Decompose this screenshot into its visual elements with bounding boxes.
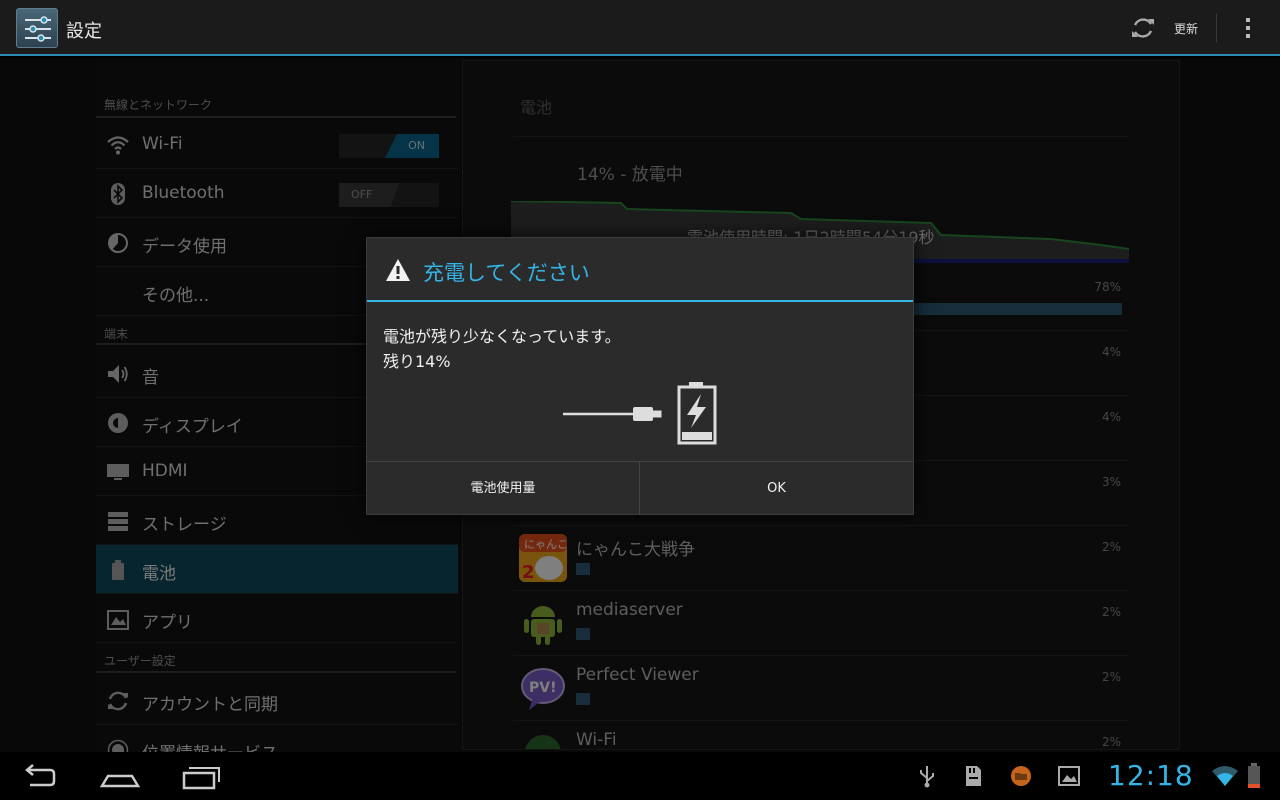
battery-usage-button[interactable]: 電池使用量 — [367, 462, 640, 515]
low-battery-dialog: 充電してください 電池が残り少なくなっています。 残り14% 電池使用量 OK — [366, 237, 914, 515]
dialog-title: 充電してください — [423, 261, 590, 285]
wifi-signal-icon[interactable] — [1211, 764, 1239, 788]
recent-apps-icon[interactable] — [178, 762, 226, 792]
action-bar: 設定 更新 — [0, 0, 1280, 56]
page-title: 設定 — [66, 21, 102, 42]
refresh-icon[interactable] — [1130, 15, 1156, 41]
battery-low-icon[interactable] — [1246, 763, 1262, 789]
settings-app-icon[interactable] — [16, 8, 58, 48]
dialog-button-bar: 電池使用量 OK — [367, 461, 913, 515]
overflow-menu-icon[interactable] — [1240, 16, 1256, 42]
back-icon[interactable] — [16, 762, 64, 792]
ok-button[interactable]: OK — [640, 462, 913, 515]
refresh-button[interactable]: 更新 — [1174, 20, 1198, 37]
file-manager-icon[interactable] — [1010, 764, 1032, 788]
dialog-header: 充電してください — [367, 238, 913, 302]
usb-icon[interactable] — [916, 764, 938, 788]
action-bar-divider — [1216, 14, 1217, 42]
dialog-message: 電池が残り少なくなっています。 — [383, 327, 621, 346]
system-bar: 12:18 — [0, 752, 1280, 800]
home-icon[interactable] — [96, 762, 144, 792]
battery-remaining-text: 残り14% — [383, 352, 451, 371]
screenshot-icon[interactable] — [1058, 764, 1080, 788]
warning-icon — [386, 259, 410, 281]
status-clock[interactable]: 12:18 — [1108, 759, 1194, 792]
charging-cable-battery-icon — [563, 382, 717, 445]
sd-card-icon[interactable] — [962, 764, 984, 788]
